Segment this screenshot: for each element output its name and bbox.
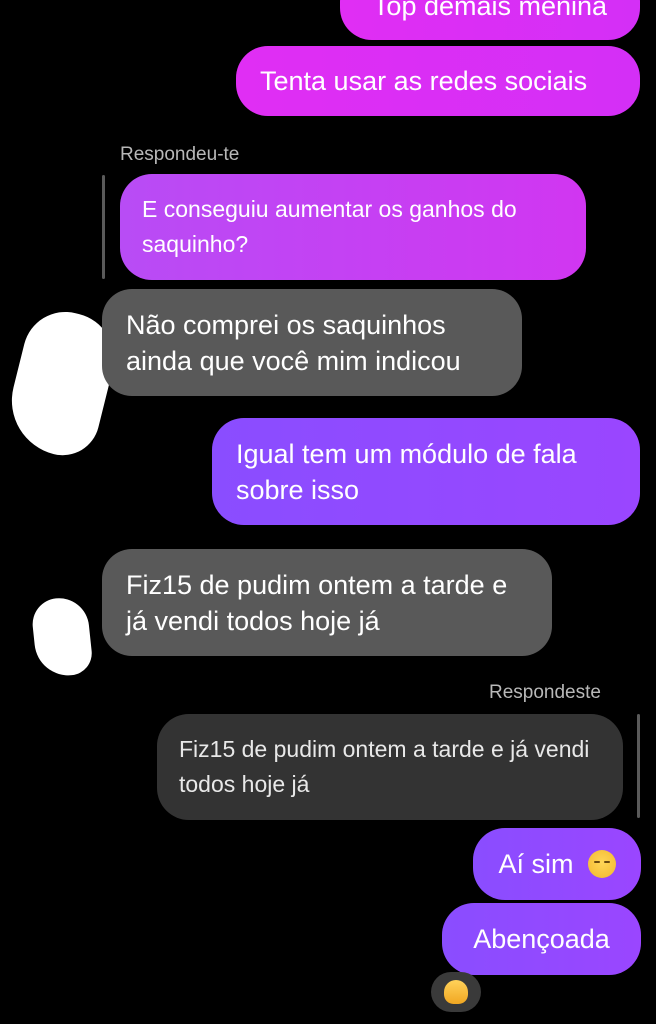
- message-text: Não comprei os saquinhos ainda que você …: [126, 309, 461, 376]
- quoted-message[interactable]: Fiz15 de pudim ontem a tarde e já vendi …: [157, 714, 623, 820]
- quoted-text: Fiz15 de pudim ontem a tarde e já vendi …: [179, 736, 590, 797]
- quoted-text: E conseguiu aumentar os ganhos do saquin…: [142, 196, 517, 257]
- message-sent[interactable]: Igual tem um módulo de fala sobre isso: [212, 418, 640, 525]
- message-text: Tenta usar as redes sociais: [260, 66, 588, 96]
- message-text: Aí sim: [498, 849, 574, 879]
- message-sent[interactable]: Tenta usar as redes sociais: [236, 46, 640, 116]
- message-sent[interactable]: Aí sim: [473, 828, 641, 900]
- reply-bar: [102, 175, 105, 279]
- reaction-badge[interactable]: [431, 972, 481, 1012]
- reply-label: Respondeste: [489, 682, 601, 703]
- message-received[interactable]: Fiz15 de pudim ontem a tarde e já vendi …: [102, 549, 552, 656]
- clapping-hands-icon: [444, 980, 468, 1004]
- message-received[interactable]: Não comprei os saquinhos ainda que você …: [102, 289, 522, 396]
- message-text: Igual tem um módulo de fala sobre isso: [236, 438, 577, 505]
- message-text: Top demais menina: [372, 0, 608, 21]
- avatar[interactable]: [30, 595, 94, 679]
- message-text: Fiz15 de pudim ontem a tarde e já vendi …: [126, 569, 508, 636]
- reply-bar: [637, 714, 640, 818]
- message-sent[interactable]: Abençoada: [442, 903, 641, 975]
- message-sent[interactable]: Top demais menina: [340, 0, 640, 40]
- quoted-message[interactable]: E conseguiu aumentar os ganhos do saquin…: [120, 174, 586, 280]
- relieved-face-icon: [587, 850, 616, 878]
- reply-label: Respondeu-te: [120, 144, 240, 165]
- message-text: Abençoada: [473, 924, 610, 954]
- chat-screen: Top demais menina Tenta usar as redes so…: [0, 0, 656, 1024]
